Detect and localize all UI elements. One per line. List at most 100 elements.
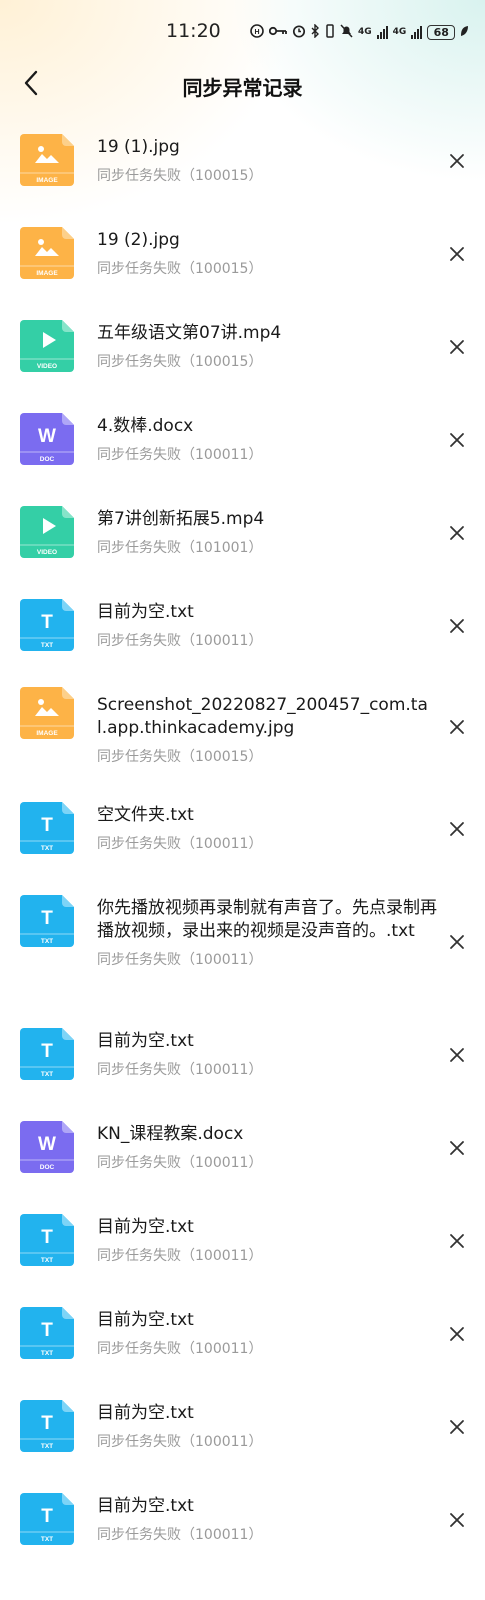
sync-error-item[interactable]: W DOC 4.数棒.docx 同步任务失败（100011） xyxy=(0,395,485,488)
close-icon xyxy=(449,153,465,173)
txt-file-icon: T TXT xyxy=(20,1400,76,1452)
file-name: 19 (2).jpg xyxy=(97,230,180,250)
item-text: 你先播放视频再录制就有声音了。先点录制再播放视频，录出来的视频是没声音的。.tx… xyxy=(97,897,437,970)
mute-bell-icon xyxy=(340,23,353,41)
remove-item-button[interactable] xyxy=(440,1226,474,1260)
close-icon xyxy=(449,1047,465,1067)
remove-item-button[interactable] xyxy=(440,146,474,180)
item-text: 目前为空.txt 同步任务失败（100011） xyxy=(97,601,437,651)
leaf-icon xyxy=(460,25,469,40)
close-icon xyxy=(449,432,465,452)
remove-item-button[interactable] xyxy=(440,518,474,552)
sync-error-item[interactable]: VIDEO 五年级语文第07讲.mp4 同步任务失败（100015） xyxy=(0,302,485,395)
file-name: 19 (1).jpg xyxy=(97,137,180,157)
item-text: Screenshot_20220827_200457_com.tal.app.t… xyxy=(97,694,437,767)
network-type-1: 4G xyxy=(358,26,372,37)
svg-text:T: T xyxy=(41,1413,53,1434)
svg-text:T: T xyxy=(41,908,53,929)
status-bar: 11:20 H 4G 4G 68 xyxy=(0,0,485,60)
item-text: KN_课程教案.docx 同步任务失败（100011） xyxy=(97,1123,437,1173)
txt-file-icon: T TXT xyxy=(20,1307,76,1359)
sync-error-list: IMAGE 19 (1).jpg 同步任务失败（100015） IMAGE 19 (2)… xyxy=(0,116,485,1568)
status-time: 11:20 xyxy=(166,20,221,42)
svg-text:TXT: TXT xyxy=(41,938,53,945)
sync-error-item[interactable]: T TXT 目前为空.txt 同步任务失败（100011） xyxy=(0,1382,485,1475)
svg-text:TXT: TXT xyxy=(41,642,53,649)
item-text: 目前为空.txt 同步任务失败（100011） xyxy=(97,1402,437,1452)
remove-item-button[interactable] xyxy=(440,927,474,961)
vibrate-icon xyxy=(325,23,335,41)
vpn-key-icon xyxy=(268,25,287,40)
file-name: Screenshot_20220827_200457_com.tal.app.t… xyxy=(97,695,428,738)
item-text: 目前为空.txt 同步任务失败（100011） xyxy=(97,1030,437,1080)
svg-text:T: T xyxy=(41,1320,53,1341)
svg-text:TXT: TXT xyxy=(41,1350,53,1357)
sync-error-item[interactable]: T TXT 目前为空.txt 同步任务失败（100011） xyxy=(0,1196,485,1289)
svg-text:T: T xyxy=(41,1227,53,1248)
svg-text:DOC: DOC xyxy=(40,456,55,463)
remove-item-button[interactable] xyxy=(440,1319,474,1353)
sync-error-item[interactable]: T TXT 空文件夹.txt 同步任务失败（100011） xyxy=(0,784,485,877)
txt-file-icon: T TXT xyxy=(20,895,76,947)
file-name: 五年级语文第07讲.mp4 xyxy=(97,323,282,343)
status-icons: H 4G 4G 68 xyxy=(250,20,470,44)
txt-file-icon: T TXT xyxy=(20,802,76,854)
remove-item-button[interactable] xyxy=(440,1133,474,1167)
alarm-icon xyxy=(292,24,306,41)
remove-item-button[interactable] xyxy=(440,611,474,645)
txt-file-icon: T TXT xyxy=(20,1028,76,1080)
item-text: 目前为空.txt 同步任务失败（100011） xyxy=(97,1495,437,1545)
remove-item-button[interactable] xyxy=(440,1505,474,1539)
svg-text:IMAGE: IMAGE xyxy=(36,730,58,737)
close-icon xyxy=(449,1233,465,1253)
sync-status: 同步任务失败（100011） xyxy=(97,952,263,968)
sync-status: 同步任务失败（100011） xyxy=(97,1434,263,1450)
bluetooth-icon xyxy=(311,22,320,41)
remove-item-button[interactable] xyxy=(440,814,474,848)
sync-error-item[interactable]: T TXT 目前为空.txt 同步任务失败（100011） xyxy=(0,581,485,674)
video-file-icon: VIDEO xyxy=(20,320,76,372)
sync-status: 同步任务失败（100011） xyxy=(97,1062,263,1078)
close-icon xyxy=(449,246,465,266)
sync-error-item[interactable]: IMAGE 19 (1).jpg 同步任务失败（100015） xyxy=(0,116,485,209)
remove-item-button[interactable] xyxy=(440,425,474,459)
sync-error-item[interactable]: IMAGE Screenshot_20220827_200457_com.tal.… xyxy=(0,674,485,784)
sync-status: 同步任务失败（100011） xyxy=(97,1341,263,1357)
hd-icon: H xyxy=(250,23,264,41)
remove-item-button[interactable] xyxy=(440,1412,474,1446)
sync-error-item[interactable]: IMAGE 19 (2).jpg 同步任务失败（100015） xyxy=(0,209,485,302)
file-name: 目前为空.txt xyxy=(97,1403,194,1423)
file-name: 第7讲创新拓展5.mp4 xyxy=(97,509,265,529)
image-file-icon: IMAGE xyxy=(20,227,76,279)
svg-text:T: T xyxy=(41,1041,53,1062)
remove-item-button[interactable] xyxy=(440,1040,474,1074)
file-name: 你先播放视频再录制就有声音了。先点录制再播放视频，录出来的视频是没声音的。.tx… xyxy=(97,898,437,941)
sync-error-item[interactable]: T TXT 目前为空.txt 同步任务失败（100011） xyxy=(0,1010,485,1103)
close-icon xyxy=(449,1512,465,1532)
sync-status: 同步任务失败（100011） xyxy=(97,633,263,649)
close-icon xyxy=(449,618,465,638)
remove-item-button[interactable] xyxy=(440,239,474,273)
file-name: KN_课程教案.docx xyxy=(97,1124,244,1144)
header: 同步异常记录 xyxy=(0,60,485,110)
svg-text:TXT: TXT xyxy=(41,845,53,852)
remove-item-button[interactable] xyxy=(440,712,474,746)
battery-icon: 68 xyxy=(427,24,456,40)
remove-item-button[interactable] xyxy=(440,332,474,366)
svg-text:IMAGE: IMAGE xyxy=(36,177,58,184)
svg-text:VIDEO: VIDEO xyxy=(37,549,57,556)
sync-error-item[interactable]: W DOC KN_课程教案.docx 同步任务失败（100011） xyxy=(0,1103,485,1196)
sync-status: 同步任务失败（100011） xyxy=(97,1248,263,1264)
svg-text:T: T xyxy=(41,612,53,633)
sync-error-item[interactable]: T TXT 目前为空.txt 同步任务失败（100011） xyxy=(0,1475,485,1568)
sync-status: 同步任务失败（101001） xyxy=(97,540,263,556)
sync-error-item[interactable]: T TXT 目前为空.txt 同步任务失败（100011） xyxy=(0,1289,485,1382)
file-name: 空文件夹.txt xyxy=(97,805,194,825)
file-name: 4.数棒.docx xyxy=(97,416,194,436)
sync-error-item[interactable]: VIDEO 第7讲创新拓展5.mp4 同步任务失败（101001） xyxy=(0,488,485,581)
svg-text:IMAGE: IMAGE xyxy=(36,270,58,277)
file-name: 目前为空.txt xyxy=(97,1310,194,1330)
svg-text:VIDEO: VIDEO xyxy=(37,363,57,370)
sync-error-item[interactable]: T TXT 你先播放视频再录制就有声音了。先点录制再播放视频，录出来的视频是没声音的… xyxy=(0,877,485,1010)
txt-file-icon: T TXT xyxy=(20,1493,76,1545)
